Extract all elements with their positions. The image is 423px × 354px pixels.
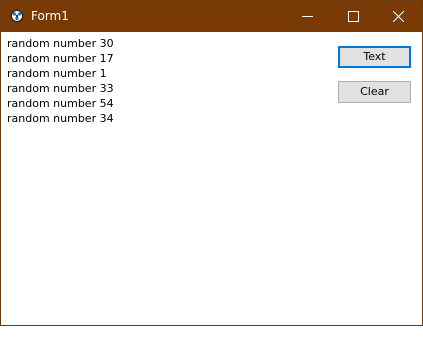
text-button[interactable]: Text [338,46,411,68]
list-item[interactable]: random number 17 [7,51,114,66]
app-icon [10,9,24,23]
minimize-icon [302,16,313,17]
client-area: random number 30 random number 17 random… [1,32,422,325]
clear-button[interactable]: Clear [338,81,411,103]
minimize-button[interactable] [285,1,331,32]
window-title: Form1 [31,9,69,23]
output-list[interactable]: random number 30 random number 17 random… [7,36,114,126]
list-item[interactable]: random number 54 [7,96,114,111]
close-button[interactable] [376,1,422,32]
list-item[interactable]: random number 33 [7,81,114,96]
title-bar[interactable]: Form1 [1,1,422,32]
maximize-icon [348,11,359,22]
form-window: Form1 random number 30 random number 17 … [0,0,423,326]
maximize-button[interactable] [331,1,377,32]
list-item[interactable]: random number 1 [7,66,114,81]
list-item[interactable]: random number 34 [7,111,114,126]
list-item[interactable]: random number 30 [7,36,114,51]
close-icon [393,11,404,22]
